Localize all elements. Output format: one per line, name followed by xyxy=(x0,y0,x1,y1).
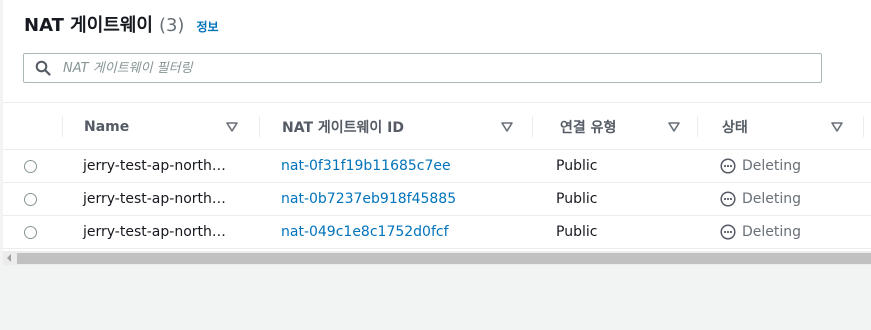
sort-caret-icon[interactable] xyxy=(225,120,239,134)
gateway-name: jerry-test-ap-north… xyxy=(83,191,226,207)
gateway-name: jerry-test-ap-north… xyxy=(83,158,226,174)
pending-status-icon xyxy=(720,224,736,240)
status-cell: Deleting xyxy=(720,216,801,248)
horizontal-scrollbar[interactable] xyxy=(3,251,871,265)
sort-caret-icon[interactable] xyxy=(667,120,681,134)
nat-gateway-table: Name NAT 게이트웨이 ID 연결 유형 상태 jerry-test-ap… xyxy=(3,102,871,249)
info-link[interactable]: 정보 xyxy=(196,18,218,35)
gateway-id-link[interactable]: nat-0b7237eb918f45885 xyxy=(281,183,456,215)
column-separator xyxy=(863,116,864,137)
filter-search-box[interactable] xyxy=(23,53,822,83)
row-select-radio[interactable] xyxy=(24,159,37,173)
status-text: Deleting xyxy=(742,191,802,207)
column-header-nat-gateway-id[interactable]: NAT 게이트웨이 ID xyxy=(282,103,532,150)
row-select-radio[interactable] xyxy=(24,192,37,206)
table-row[interactable]: jerry-test-ap-north… nat-0b7237eb918f458… xyxy=(3,183,871,216)
column-header-name[interactable]: Name xyxy=(84,103,259,150)
row-select-cell xyxy=(24,150,37,182)
pending-status-icon xyxy=(720,158,736,174)
gateway-name: jerry-test-ap-north… xyxy=(83,224,226,240)
column-separator xyxy=(697,116,698,137)
column-header-label: 상태 xyxy=(722,119,748,136)
column-separator xyxy=(259,116,260,137)
status-text: Deleting xyxy=(742,158,802,174)
row-select-cell xyxy=(24,183,37,215)
table-header: Name NAT 게이트웨이 ID 연결 유형 상태 xyxy=(3,102,871,150)
search-input[interactable] xyxy=(61,59,821,77)
column-header-label: NAT 게이트웨이 ID xyxy=(282,119,404,136)
nat-gateways-panel: NAT 게이트웨이 (3) 정보 Name NAT 게이트웨이 ID xyxy=(3,0,871,265)
column-header-label: 연결 유형 xyxy=(560,119,617,136)
table-row[interactable]: jerry-test-ap-north… nat-049c1e8c1752d0f… xyxy=(3,216,871,249)
gateway-id-link[interactable]: nat-0f31f19b11685c7ee xyxy=(281,150,451,182)
scroll-left-arrow-icon[interactable] xyxy=(6,254,12,262)
scrollbar-thumb[interactable] xyxy=(17,253,871,264)
column-header-connectivity-type[interactable]: 연결 유형 xyxy=(560,103,697,150)
sort-caret-icon[interactable] xyxy=(500,120,514,134)
row-select-radio[interactable] xyxy=(24,225,37,239)
connectivity-type: Public xyxy=(556,224,598,240)
page-header: NAT 게이트웨이 (3) 정보 xyxy=(24,11,219,39)
sort-caret-icon[interactable] xyxy=(830,120,844,134)
column-header-label: Name xyxy=(84,118,130,135)
connectivity-type: Public xyxy=(556,158,598,174)
column-separator xyxy=(62,116,63,137)
page-title: NAT 게이트웨이 xyxy=(24,15,153,36)
row-select-cell xyxy=(24,216,37,248)
status-cell: Deleting xyxy=(720,183,801,215)
column-separator xyxy=(532,116,533,137)
connectivity-type: Public xyxy=(556,191,598,207)
gateway-id-link[interactable]: nat-049c1e8c1752d0fcf xyxy=(281,216,449,248)
column-header-state[interactable]: 상태 xyxy=(722,103,863,150)
status-cell: Deleting xyxy=(720,150,801,182)
search-icon xyxy=(35,60,51,76)
item-count: (3) xyxy=(158,15,185,36)
pending-status-icon xyxy=(720,191,736,207)
table-row[interactable]: jerry-test-ap-north… nat-0f31f19b11685c7… xyxy=(3,150,871,183)
status-text: Deleting xyxy=(742,224,802,240)
